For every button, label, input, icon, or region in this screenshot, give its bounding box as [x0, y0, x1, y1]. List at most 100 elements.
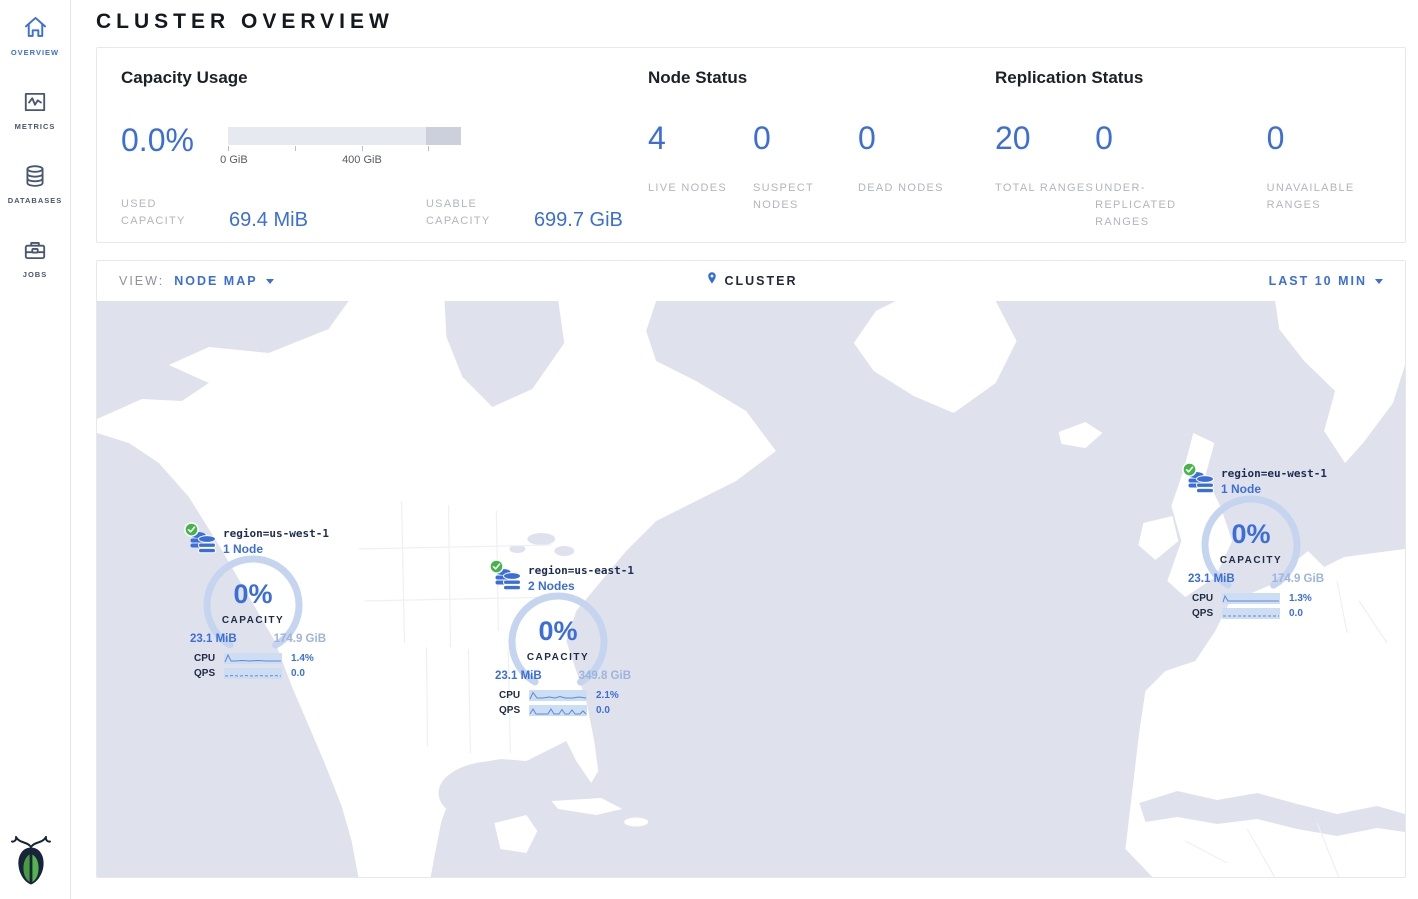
dead-nodes-value: 0	[858, 122, 963, 154]
qps-label: QPS	[1192, 608, 1222, 619]
chevron-down-icon	[1375, 279, 1383, 284]
qps-value: 0.0	[291, 668, 305, 679]
healthy-check-icon	[1182, 462, 1197, 482]
capacity-usage-section: Capacity Usage 0.0% 0 GiB 400 GiB	[121, 68, 648, 222]
unavailable-ranges-label: UNAVAILABLE RANGES	[1267, 180, 1381, 214]
breadcrumb-cluster: CLUSTER	[724, 274, 797, 288]
healthy-check-icon	[489, 559, 504, 579]
gauge-capacity-label: CAPACITY	[201, 615, 305, 626]
cpu-value: 1.3%	[1289, 593, 1312, 604]
node-status-section: Node Status 4 LIVE NODES 0 SUSPECT NODES…	[648, 68, 995, 222]
sidebar-item-label: DATABASES	[8, 196, 63, 205]
unavailable-ranges-stat: 0 UNAVAILABLE RANGES	[1267, 122, 1381, 231]
node-map-panel: VIEW: NODE MAP CLUSTER	[96, 260, 1406, 878]
cpu-value: 2.1%	[596, 690, 619, 701]
usable-capacity-label: USABLE CAPACITY	[426, 196, 514, 230]
sidebar-item-databases[interactable]: DATABASES	[0, 163, 70, 205]
node-used-capacity: 23.1 MiB	[495, 670, 542, 682]
breadcrumb[interactable]: CLUSTER	[704, 271, 797, 291]
node-card-us-east-1: region=us-east-1 2 Nodes 0% CAPACITY 23.…	[489, 559, 639, 721]
capacity-bar: 0 GiB 400 GiB	[228, 124, 461, 166]
total-ranges-stat: 20 TOTAL RANGES	[995, 122, 1095, 231]
sidebar-item-metrics[interactable]: METRICS	[0, 89, 70, 131]
node-total-capacity: 174.9 GiB	[1272, 573, 1324, 585]
capacity-tick-400: 400 GiB	[342, 154, 382, 166]
healthy-check-icon	[184, 522, 199, 542]
under-replicated-label: UNDER-REPLICATED RANGES	[1095, 180, 1215, 231]
view-dropdown[interactable]: NODE MAP	[164, 274, 273, 288]
cpu-sparkline	[529, 690, 587, 701]
used-capacity-label: USED CAPACITY	[121, 196, 209, 230]
usable-capacity-value: 699.7 GiB	[534, 209, 623, 232]
suspect-nodes-stat: 0 SUSPECT NODES	[753, 122, 858, 214]
qps-value: 0.0	[596, 705, 610, 716]
sidebar-item-label: METRICS	[15, 122, 56, 131]
gauge-percent: 0%	[506, 616, 610, 647]
capacity-tick-0: 0 GiB	[220, 154, 248, 166]
capacity-percent: 0.0%	[121, 124, 194, 156]
suspect-nodes-label: SUSPECT NODES	[753, 180, 858, 214]
replication-status-title: Replication Status	[995, 68, 1381, 88]
time-range-value: LAST 10 MIN	[1269, 274, 1367, 288]
gauge-percent: 0%	[201, 579, 305, 610]
live-nodes-label: LIVE NODES	[648, 180, 753, 197]
cpu-value: 1.4%	[291, 653, 314, 664]
sidebar: OVERVIEW METRICS DATABASES	[0, 0, 71, 899]
qps-sparkline	[1222, 608, 1280, 619]
cockroachdb-logo	[10, 834, 52, 891]
total-ranges-value: 20	[995, 122, 1095, 154]
node-region-label: region=us-east-1	[528, 564, 634, 577]
sidebar-item-label: JOBS	[23, 270, 47, 279]
sidebar-item-jobs[interactable]: JOBS	[0, 237, 70, 279]
capacity-bar-dark-segment	[426, 127, 461, 145]
node-region-label: region=us-west-1	[223, 527, 329, 540]
home-icon	[22, 14, 49, 41]
metrics-icon	[22, 89, 48, 115]
qps-label: QPS	[194, 668, 224, 679]
node-count-link[interactable]: 2 Nodes	[528, 579, 634, 593]
node-count-link[interactable]: 1 Node	[1221, 482, 1327, 496]
node-card-us-west-1: region=us-west-1 1 Node 0% CAPACITY 23.1…	[184, 522, 334, 684]
dead-nodes-label: DEAD NODES	[858, 180, 963, 197]
cpu-label: CPU	[194, 653, 224, 664]
under-replicated-stat: 0 UNDER-REPLICATED RANGES	[1095, 122, 1267, 231]
node-used-capacity: 23.1 MiB	[190, 633, 237, 645]
map-pin-icon	[704, 271, 719, 291]
sidebar-item-label: OVERVIEW	[11, 48, 59, 57]
total-ranges-label: TOTAL RANGES	[995, 180, 1095, 197]
node-status-title: Node Status	[648, 68, 995, 88]
cpu-label: CPU	[1192, 593, 1222, 604]
node-total-capacity: 349.8 GiB	[579, 670, 631, 682]
view-dropdown-value: NODE MAP	[174, 274, 257, 288]
chevron-down-icon	[266, 279, 274, 284]
gauge-capacity-label: CAPACITY	[506, 652, 610, 663]
cpu-sparkline	[1222, 593, 1280, 604]
qps-value: 0.0	[1289, 608, 1303, 619]
time-range-dropdown[interactable]: LAST 10 MIN	[1269, 274, 1383, 288]
app-root: OVERVIEW METRICS DATABASES	[0, 0, 1418, 899]
qps-sparkline	[529, 705, 587, 716]
summary-panel: Capacity Usage 0.0% 0 GiB 400 GiB	[96, 47, 1406, 243]
node-card-eu-west-1: region=eu-west-1 1 Node 0% CAPACITY 23.1…	[1182, 462, 1332, 624]
gauge-percent: 0%	[1199, 519, 1303, 550]
view-label: VIEW:	[119, 274, 164, 288]
node-region-label: region=eu-west-1	[1221, 467, 1327, 480]
qps-label: QPS	[499, 705, 529, 716]
qps-sparkline	[224, 668, 282, 679]
dead-nodes-stat: 0 DEAD NODES	[858, 122, 963, 214]
capacity-usage-title: Capacity Usage	[121, 68, 648, 88]
suspect-nodes-value: 0	[753, 122, 858, 154]
node-total-capacity: 174.9 GiB	[274, 633, 326, 645]
jobs-icon	[22, 237, 48, 263]
map-toolbar: VIEW: NODE MAP CLUSTER	[97, 261, 1405, 301]
node-count-link[interactable]: 1 Node	[223, 542, 329, 556]
sidebar-item-overview[interactable]: OVERVIEW	[0, 14, 70, 57]
used-capacity-value: 69.4 MiB	[229, 209, 308, 232]
main-content: CLUSTER OVERVIEW Capacity Usage 0.0% 0 G…	[71, 0, 1418, 899]
live-nodes-stat: 4 LIVE NODES	[648, 122, 753, 214]
under-replicated-value: 0	[1095, 122, 1267, 154]
replication-status-section: Replication Status 20 TOTAL RANGES 0 UND…	[995, 68, 1381, 222]
cpu-label: CPU	[499, 690, 529, 701]
live-nodes-value: 4	[648, 122, 753, 154]
page-title: CLUSTER OVERVIEW	[96, 10, 1406, 34]
